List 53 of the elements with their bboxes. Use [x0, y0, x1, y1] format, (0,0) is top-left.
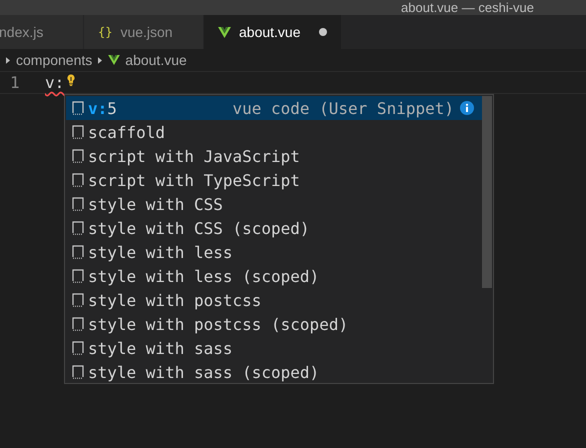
line-number: 1: [9, 73, 21, 92]
suggestion-item[interactable]: style with less: [66, 240, 482, 264]
breadcrumb-item[interactable]: about.vue: [108, 52, 187, 68]
suggestion-label: style with sass: [88, 338, 234, 358]
suggestion-item[interactable]: scaffold: [66, 120, 482, 144]
snippet-icon: [72, 173, 84, 187]
scrollbar-thumb[interactable]: [482, 96, 492, 288]
snippet-icon: [72, 221, 84, 235]
code-text: v:: [45, 73, 64, 92]
suggestion-item[interactable]: style with CSS: [66, 192, 482, 216]
suggestion-item[interactable]: style with less (scoped): [66, 264, 482, 288]
suggestion-label: style with less (scoped): [88, 266, 320, 286]
suggestion-item[interactable]: v:5 vue code (User Snippet): [66, 96, 482, 120]
suggestion-label: scaffold: [88, 122, 166, 142]
snippet-icon: [72, 101, 84, 115]
suggestion-item[interactable]: script with JavaScript: [66, 144, 482, 168]
snippet-icon: [72, 149, 84, 163]
snippet-icon: [72, 293, 84, 307]
snippet-icon: [72, 269, 84, 283]
suggestion-label: style with postcss: [88, 290, 262, 310]
snippet-icon: [72, 365, 84, 379]
suggestion-label: script with TypeScript: [88, 170, 301, 190]
suggestion-label: style with CSS: [88, 194, 224, 214]
v-logo-icon: [218, 26, 231, 38]
suggestion-label: style with less: [88, 242, 234, 262]
snippet-icon: [72, 197, 84, 211]
suggestion-label: style with sass (scoped): [88, 362, 320, 382]
breadcrumb-item[interactable]: components: [16, 52, 92, 68]
suggestion-label: script with JavaScript: [88, 146, 301, 166]
suggestion-item[interactable]: style with postcss: [66, 288, 482, 312]
v-logo-icon: [108, 55, 120, 65]
editor-tab[interactable]: about.vue: [204, 15, 342, 49]
suggestion-item[interactable]: style with postcss (scoped): [66, 312, 482, 336]
snippet-icon: [72, 317, 84, 331]
suggestion-detail: vue code (User Snippet): [232, 98, 454, 118]
lightbulb-icon[interactable]: [67, 74, 76, 86]
chevron-icon: [98, 56, 102, 64]
snippet-icon: [72, 341, 84, 355]
braces-icon: {}: [98, 25, 112, 39]
editor-tab[interactable]: {} vue.json: [84, 15, 204, 49]
suggestion-item[interactable]: style with sass (scoped): [66, 360, 482, 384]
chevron-icon: [6, 56, 10, 64]
snippet-icon: [72, 245, 84, 259]
snippet-icon: [72, 125, 84, 139]
suggestion-item[interactable]: style with sass: [66, 336, 482, 360]
suggestion-item[interactable]: script with TypeScript: [66, 168, 482, 192]
suggestion-item[interactable]: style with CSS (scoped): [66, 216, 482, 240]
window-title: about.vue — ceshi-vue: [401, 1, 534, 15]
suggestion-label: v:5: [88, 98, 118, 118]
suggestion-label: style with postcss (scoped): [88, 314, 350, 334]
info-icon[interactable]: [460, 101, 474, 115]
suggestion-label: style with CSS (scoped): [88, 218, 311, 238]
editor-tab[interactable]: ndex.js: [0, 15, 84, 49]
